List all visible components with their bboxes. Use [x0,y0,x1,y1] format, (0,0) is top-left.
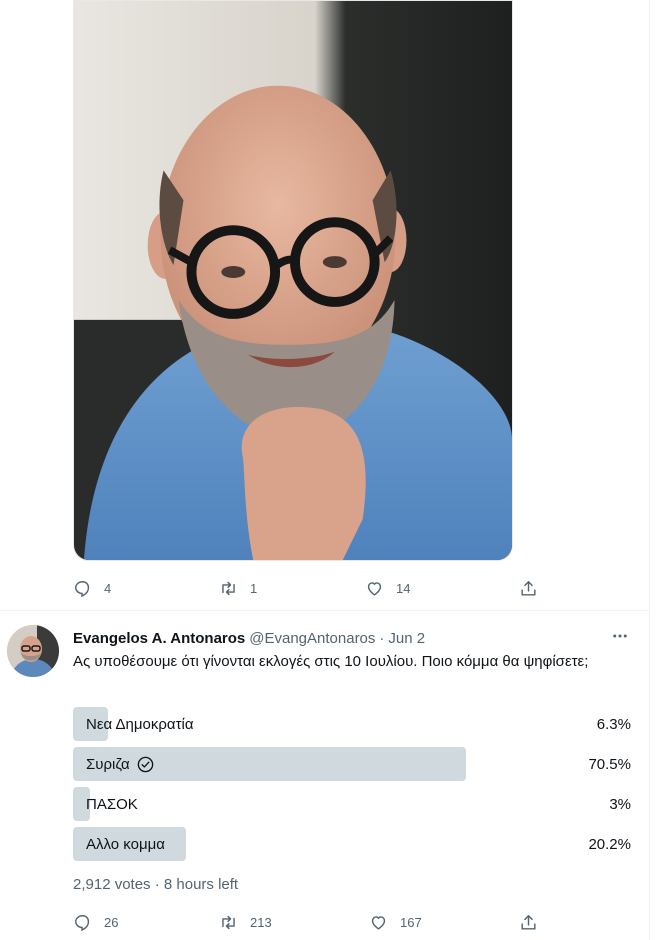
poll-option-label: ΠΑΣΟΚ [86,787,138,821]
retweet-count: 1 [250,580,258,596]
poll-option-percent: 3% [609,795,631,813]
poll-meta: 2,912 votes · 8 hours left [73,876,239,893]
tweet-header: Evangelos A. Antonaros @EvangAntonaros ·… [73,628,425,648]
header-separator: · [379,629,385,647]
portrait-photo-icon [74,1,512,560]
poll-option-percent: 20.2% [588,835,631,853]
tweet-actions: 4 1 14 [73,576,553,600]
like-count: 14 [396,580,411,596]
tweet-date[interactable]: Jun 2 [388,630,425,647]
share-button[interactable] [519,910,538,934]
poll-option-label: Συριζα [86,747,155,781]
poll-option-percent: 70.5% [588,755,631,773]
retweet-button[interactable]: 213 [219,910,272,934]
reply-icon [75,914,90,931]
poll-option[interactable]: Νεα Δημοκρατία 6.3% [73,707,631,741]
share-button[interactable] [519,576,538,600]
reply-count: 26 [104,914,119,930]
like-button[interactable]: 14 [365,576,410,600]
author-name[interactable]: Evangelos A. Antonaros [73,630,245,647]
retweet-button[interactable]: 1 [219,576,257,600]
share-icon [521,580,536,596]
poll-option-label: Νεα Δημοκρατία [86,707,194,741]
heart-icon [371,915,386,930]
avatar-photo-icon [7,625,59,677]
reply-icon [75,580,90,597]
like-count: 167 [400,914,422,930]
poll-option-text: ΠΑΣΟΚ [86,795,138,813]
reply-count: 4 [104,580,112,596]
poll-option[interactable]: Συριζα 70.5% [73,747,631,781]
poll-option[interactable]: ΠΑΣΟΚ 3% [73,787,631,821]
poll-option[interactable]: Αλλο κομμα 20.2% [73,827,631,861]
more-options-button[interactable] [607,626,633,646]
poll-option-text: Αλλο κομμα [86,835,165,853]
avatar[interactable] [7,625,59,677]
reply-button[interactable]: 26 [73,910,118,934]
tweet-text: Ας υποθέσουμε ότι γίνονται εκλογές στις … [73,653,589,670]
poll-option-text: Νεα Δημοκρατία [86,715,194,733]
retweet-icon [222,915,235,929]
tweet-actions: 26 213 167 [73,910,553,934]
retweet-icon [222,581,235,595]
poll-option-percent: 6.3% [596,715,631,733]
author-handle[interactable]: @EvangAntonaros [249,630,375,647]
poll-option-label: Αλλο κομμα [86,827,165,861]
tweet-divider [0,610,649,611]
poll-option-text: Συριζα [86,755,130,773]
tweet-photo[interactable] [73,0,513,561]
like-button[interactable]: 167 [369,910,422,934]
column-border [649,0,650,940]
more-icon [613,634,627,638]
retweet-count: 213 [250,914,272,930]
share-icon [521,914,536,930]
reply-button[interactable]: 4 [73,576,111,600]
heart-icon [367,581,382,596]
timeline: 4 1 14 Evangelos A. Antonaros @EvangAnto… [0,0,664,940]
check-circle-icon [136,755,155,774]
